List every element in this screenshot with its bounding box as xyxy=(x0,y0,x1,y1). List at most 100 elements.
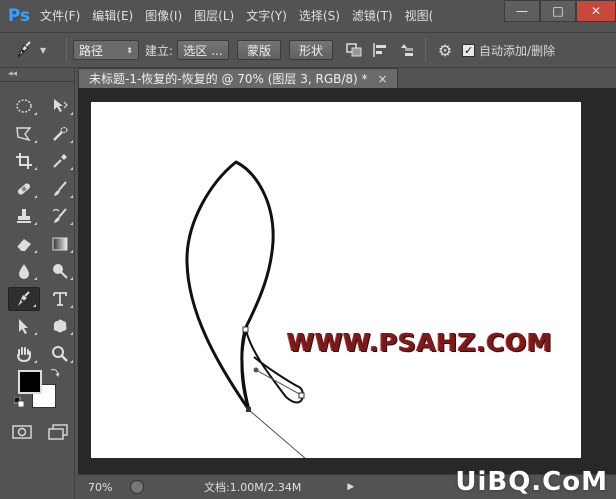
path-selection-arrow-icon xyxy=(19,319,28,334)
path-arrangement-button[interactable] xyxy=(393,38,419,62)
healing-brush-tool[interactable] xyxy=(8,177,40,201)
dodge-icon xyxy=(53,264,68,279)
dodge-tool[interactable] xyxy=(44,259,76,283)
swap-colors-icon[interactable] xyxy=(50,366,60,377)
brush-icon xyxy=(54,180,67,196)
lasso-tool[interactable] xyxy=(8,122,40,146)
crop-icon xyxy=(16,153,32,169)
screen-mode-icon xyxy=(48,424,68,440)
gear-icon: ⚙ xyxy=(437,40,453,60)
crop-tool[interactable] xyxy=(8,149,40,173)
document-title: 未标题-1-恢复的-恢复的 @ 70% (图层 3, RGB/8) * xyxy=(89,72,368,86)
move-icon xyxy=(54,99,68,112)
status-menu-arrow-icon[interactable]: ▶ xyxy=(347,482,354,492)
tool-grid xyxy=(8,94,80,369)
selection-button[interactable]: 选区 ... xyxy=(177,40,230,60)
blur-tool[interactable] xyxy=(8,259,40,283)
maximize-button[interactable]: □ xyxy=(540,0,576,22)
pen-mode-value: 路径 xyxy=(79,43,104,58)
bandage-icon xyxy=(17,182,31,195)
clone-stamp-tool[interactable] xyxy=(8,204,40,228)
zoom-level[interactable]: 70% xyxy=(78,481,122,494)
site-watermark: UiBQ.CoM xyxy=(455,467,608,497)
foreground-color[interactable] xyxy=(18,370,42,394)
eyedropper-tool[interactable] xyxy=(44,149,76,173)
quick-mask-button[interactable] xyxy=(12,424,32,443)
document-area: WWW.PSAHZ.COM xyxy=(78,88,616,474)
mode-row xyxy=(12,424,68,443)
magnifier-icon xyxy=(52,345,68,362)
pen-tool[interactable] xyxy=(8,286,40,311)
document-tab[interactable]: 未标题-1-恢复的-恢复的 @ 70% (图层 3, RGB/8) * × xyxy=(78,68,398,88)
eraser-icon xyxy=(16,238,31,251)
eyedropper-icon xyxy=(53,154,67,168)
chevron-down-icon: ▼ xyxy=(40,45,47,55)
window-controls: — □ ✕ xyxy=(504,0,616,22)
close-tab-icon[interactable]: × xyxy=(378,72,388,86)
tool-preset-picker[interactable]: ▼ xyxy=(14,37,60,63)
status-info-icon[interactable] xyxy=(130,480,144,494)
zoom-tool[interactable] xyxy=(44,342,76,366)
history-brush-icon xyxy=(52,208,67,223)
stamp-icon xyxy=(17,209,31,223)
toolbox: ◂◂ xyxy=(0,68,75,499)
menu-filter[interactable]: 滤镜(T) xyxy=(346,0,399,32)
default-colors-icon[interactable] xyxy=(13,396,25,408)
document-size: 文档:1.00M/2.34M xyxy=(204,481,302,494)
menu-image[interactable]: 图像(I) xyxy=(139,0,188,32)
hand-icon xyxy=(17,346,31,362)
droplet-icon xyxy=(19,264,29,279)
quick-selection-icon xyxy=(53,126,68,141)
menu-layer[interactable]: 图层(L) xyxy=(188,0,240,32)
auto-add-delete[interactable]: ✓ 自动添加/删除 xyxy=(462,42,555,59)
build-label: 建立: xyxy=(145,43,174,58)
menu-edit[interactable]: 编辑(E) xyxy=(86,0,139,32)
brush-tool[interactable] xyxy=(44,177,76,201)
menu-select[interactable]: 选择(S) xyxy=(293,0,346,32)
eraser-tool[interactable] xyxy=(8,232,40,256)
auto-add-delete-checkbox[interactable]: ✓ xyxy=(462,43,476,57)
pen-icon xyxy=(18,290,30,306)
pen-mode-select[interactable]: 路径 ⬍ xyxy=(73,40,139,60)
auto-add-delete-label: 自动添加/删除 xyxy=(479,43,556,58)
pen-icon xyxy=(17,41,31,58)
type-tool[interactable] xyxy=(44,287,76,311)
canvas[interactable]: WWW.PSAHZ.COM xyxy=(91,102,581,458)
path-selection-tool[interactable] xyxy=(8,314,40,338)
menu-bar: Ps 文件(F) 编辑(E) 图像(I) 图层(L) 文字(Y) 选择(S) 滤… xyxy=(0,0,616,32)
color-swatches xyxy=(13,366,62,414)
menu-type[interactable]: 文字(Y) xyxy=(240,0,293,32)
history-brush-tool[interactable] xyxy=(44,204,76,228)
ps-logo: Ps xyxy=(7,6,31,26)
gradient-tool[interactable] xyxy=(44,232,76,256)
path-alignment-icon xyxy=(373,43,387,57)
quick-selection-tool[interactable] xyxy=(44,122,76,146)
marquee-tool[interactable] xyxy=(8,94,40,118)
polygonal-lasso-icon xyxy=(16,126,32,141)
mask-button[interactable]: 蒙版 xyxy=(237,40,282,60)
move-tool[interactable] xyxy=(44,94,76,118)
menu-file[interactable]: 文件(F) xyxy=(34,0,86,32)
gradient-icon xyxy=(52,237,68,250)
geometry-options-button[interactable]: ⚙ xyxy=(432,38,458,62)
path-operations-button[interactable] xyxy=(341,38,367,62)
divider xyxy=(425,38,427,62)
minimize-button[interactable]: — xyxy=(504,0,540,22)
quick-mask-icon xyxy=(12,425,32,439)
shape-button[interactable]: 形状 xyxy=(289,40,334,60)
custom-shape-icon xyxy=(53,319,67,333)
hand-tool[interactable] xyxy=(8,342,40,366)
screen-mode-button[interactable] xyxy=(48,424,68,443)
toolbox-collapse[interactable]: ◂◂ xyxy=(0,68,74,82)
canvas-watermark-text: WWW.PSAHZ.COM xyxy=(287,328,553,357)
path-alignment-button[interactable] xyxy=(367,38,393,62)
custom-shape-tool[interactable] xyxy=(44,314,76,338)
divider xyxy=(66,38,67,62)
options-bar: ▼ 路径 ⬍ 建立: 选区 ... 蒙版 形状 ⚙ ✓ 自动添加/删除 xyxy=(0,32,616,68)
elliptical-marquee-icon xyxy=(16,99,32,113)
menu-view[interactable]: 视图( xyxy=(399,0,440,32)
type-icon xyxy=(53,291,67,306)
close-button[interactable]: ✕ xyxy=(576,0,616,22)
leaf-path-drawing xyxy=(185,160,306,458)
select-arrows-icon: ⬍ xyxy=(126,45,133,55)
